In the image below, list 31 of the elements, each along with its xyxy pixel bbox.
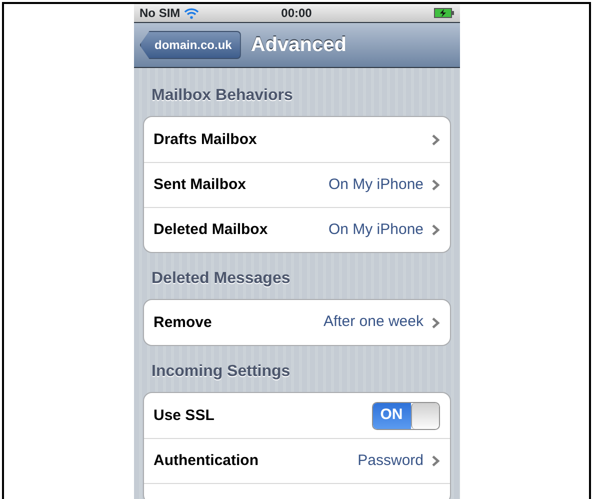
settings-row[interactable]: Drafts Mailbox [144,117,450,162]
row-value: On My iPhone [328,174,424,195]
chevron-icon [430,179,440,191]
row-label: Remove [154,314,212,330]
back-button[interactable]: domain.co.uk [140,30,241,60]
row-label: Drafts Mailbox [154,130,257,148]
nav-title: Advanced [250,33,346,58]
row-label: Deleted Mailbox [154,221,268,238]
chevron-icon [430,134,440,146]
row-value: Password [358,450,424,471]
clock-time: 00:00 [281,5,312,22]
wifi-icon [184,8,200,18]
battery-icon [434,8,454,18]
settings-row[interactable]: Remove After one week [144,300,450,345]
row-label: Use SSL [154,406,214,424]
chevron-icon [430,224,440,236]
carrier-label: No SIM [140,5,180,22]
settings-row[interactable]: Authentication Password [144,438,450,483]
toggle-switch[interactable]: ON [372,402,440,430]
chevron-icon [430,316,440,328]
row-label: Sent Mailbox [154,176,246,193]
row-value: On My iPhone [328,220,424,240]
section-header: Deleted Messages [150,269,292,289]
chevron-icon [430,455,440,467]
settings-row[interactable]: Sent Mailbox On My iPhone [144,162,450,207]
row-value: After one week [323,312,424,332]
settings-row[interactable]: Deleted Mailbox On My iPhone [144,207,450,252]
settings-row[interactable]: Use SSL ON [144,393,450,438]
section-header: Incoming Settings [150,362,292,382]
row-label: Authentication [154,452,258,469]
section-header: Mailbox Behaviors [150,86,294,106]
